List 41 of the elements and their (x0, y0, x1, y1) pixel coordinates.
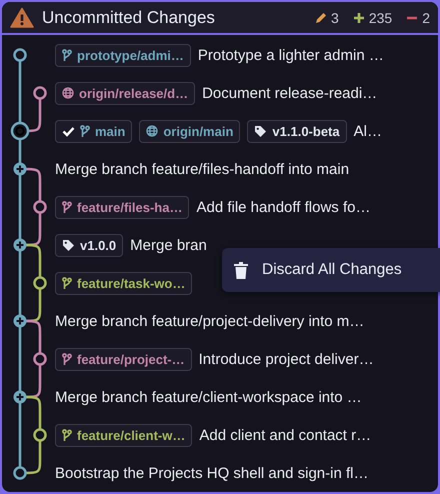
ref-badge[interactable]: origin/main (139, 120, 240, 142)
ref-badge[interactable]: v1.0.0 (55, 234, 124, 256)
ref-badge[interactable]: feature/project-… (55, 348, 192, 370)
ref-badge[interactable]: origin/release/d… (55, 82, 196, 104)
commit-message[interactable]: Add client and contact r… (199, 426, 372, 444)
branch-icon (62, 428, 72, 442)
branch-icon (62, 352, 72, 366)
ref-badge[interactable]: v1.1.0-beta (247, 120, 347, 142)
commit-message[interactable]: Add file handoff flows fo… (196, 198, 370, 216)
globe-icon (62, 87, 74, 99)
trash-icon (234, 262, 248, 278)
commit-message[interactable]: Merge branch feature/project-delivery into m… (55, 312, 364, 330)
commit-message[interactable]: Merge branch feature/client-workspace into … (55, 388, 362, 406)
commit-message[interactable]: Merge bran (130, 236, 207, 254)
ref-badge[interactable]: main (55, 120, 132, 142)
panel-title: Uncommitted Changes (42, 8, 216, 28)
branch-icon (80, 124, 90, 138)
minus-icon (406, 16, 418, 20)
commit-message[interactable]: Prototype a lighter admin … (198, 46, 384, 64)
tag-icon (254, 124, 268, 138)
commit-message[interactable]: Bootstrap the Projects HQ shell and sign-in fl… (55, 464, 368, 482)
ref-badge[interactable]: feature/files-ha… (55, 196, 190, 218)
removed-count: 2 (422, 10, 430, 26)
commit-message[interactable]: Al… (354, 122, 382, 140)
pencil-icon (315, 12, 328, 24)
tag-icon (62, 238, 75, 252)
ref-badge[interactable]: feature/task-wo… (55, 272, 192, 294)
branch-icon (62, 200, 72, 214)
warning-icon (10, 7, 34, 28)
commit-message[interactable]: Merge branch feature/files-handoff into main (55, 160, 350, 178)
globe-icon (146, 125, 158, 137)
branch-icon (62, 48, 72, 62)
ref-badge[interactable]: prototype/admi… (55, 44, 191, 66)
branch-icon (62, 276, 72, 290)
added-count: 235 (368, 10, 392, 26)
discard-menu-item[interactable]: Discard All Changes (222, 248, 440, 292)
ref-badge[interactable]: feature/client-w… (55, 424, 192, 446)
modified-count: 3 (331, 10, 339, 26)
plus-icon (352, 12, 365, 24)
commit-message[interactable]: Introduce project deliver… (198, 350, 374, 368)
commit-message[interactable]: Document release-readi… (202, 84, 378, 102)
